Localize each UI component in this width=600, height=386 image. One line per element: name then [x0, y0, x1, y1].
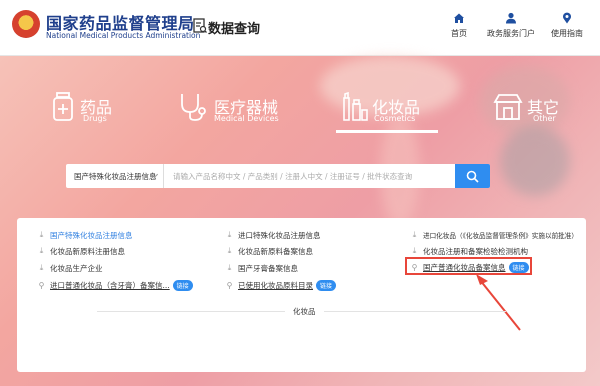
search-icon	[466, 170, 479, 183]
list-item[interactable]: ⚲ 已使用化妆品原料目录 链接	[226, 278, 337, 292]
data-query-icon	[193, 18, 207, 33]
category-other-en: Other	[533, 114, 556, 123]
nav-service-portal[interactable]: 政务服务门户	[487, 12, 535, 39]
download-icon: ⤓	[412, 246, 417, 255]
category-drugs[interactable]: 药品 Drugs	[52, 92, 132, 132]
link-badge: 链接	[316, 279, 337, 291]
list-item[interactable]: ⤓ 化妆品注册和备案检验检测机构	[411, 244, 528, 258]
category-medical-devices-en: Medical Devices	[214, 114, 279, 123]
nav-home[interactable]: 首页	[451, 12, 467, 39]
section-divider-label: 化妆品	[285, 306, 324, 317]
category-drugs-en: Drugs	[83, 114, 107, 123]
download-icon: ⤓	[227, 230, 232, 239]
list-item[interactable]: ⤓ 化妆品生产企业	[38, 261, 103, 275]
nav-service-portal-label: 政务服务门户	[487, 29, 535, 38]
list-item[interactable]: ⚲ 进口普通化妆品（含牙膏）备案信... 链接	[38, 278, 193, 292]
top-bar: 国家药品监督管理局 National Medical Products Admi…	[0, 0, 600, 56]
link-icon: ⚲	[38, 280, 45, 290]
download-icon: ⤓	[412, 230, 417, 239]
category-medical-devices[interactable]: 医疗器械 Medical Devices	[178, 92, 288, 132]
stethoscope-icon	[181, 94, 206, 121]
annotation-arrow-icon	[476, 274, 521, 331]
national-emblem-logo	[12, 10, 40, 38]
active-category-underline	[336, 85, 438, 133]
list-item[interactable]: ⤓ 化妆品新原料备案信息	[226, 244, 313, 258]
home-icon	[454, 13, 464, 23]
section-title: 数据查询	[208, 22, 261, 37]
search-bar: 国产特殊化妆品注册信息	[66, 164, 490, 188]
category-other[interactable]: 其它 Other	[493, 92, 563, 132]
list-item[interactable]: ⤓ 进口化妆品（《化妆品监督管理条例》实施以前批准）	[411, 228, 578, 242]
search-input[interactable]	[165, 164, 455, 188]
download-icon: ⤓	[227, 246, 232, 255]
link-badge: 链接	[172, 279, 193, 291]
list-item[interactable]: ⤓ 国产特殊化妆品注册信息	[38, 228, 133, 242]
nav-guide[interactable]: 使用指南	[551, 12, 583, 39]
search-type-select[interactable]: 国产特殊化妆品注册信息	[66, 164, 164, 188]
search-button[interactable]	[455, 164, 490, 188]
pill-bottle-icon	[53, 92, 73, 121]
download-icon: ⤓	[39, 246, 44, 255]
download-icon: ⤓	[39, 230, 44, 239]
list-item[interactable]: ⤓ 化妆品新原料注册信息	[38, 244, 125, 258]
user-icon	[506, 12, 516, 24]
download-icon: ⤓	[39, 263, 44, 272]
list-item[interactable]: ⤓ 国产牙膏备案信息	[226, 261, 298, 275]
list-item[interactable]: ⤓ 进口特殊化妆品注册信息	[226, 228, 321, 242]
shop-icon	[493, 94, 523, 120]
org-name-en: National Medical Products Administration	[46, 31, 201, 40]
pin-icon	[563, 12, 571, 24]
nav-guide-label: 使用指南	[551, 29, 583, 38]
search-type-value: 国产特殊化妆品注册信息	[74, 172, 157, 181]
link-icon: ⚲	[226, 280, 233, 290]
download-icon: ⤓	[227, 263, 232, 272]
nav-home-label: 首页	[451, 29, 467, 38]
